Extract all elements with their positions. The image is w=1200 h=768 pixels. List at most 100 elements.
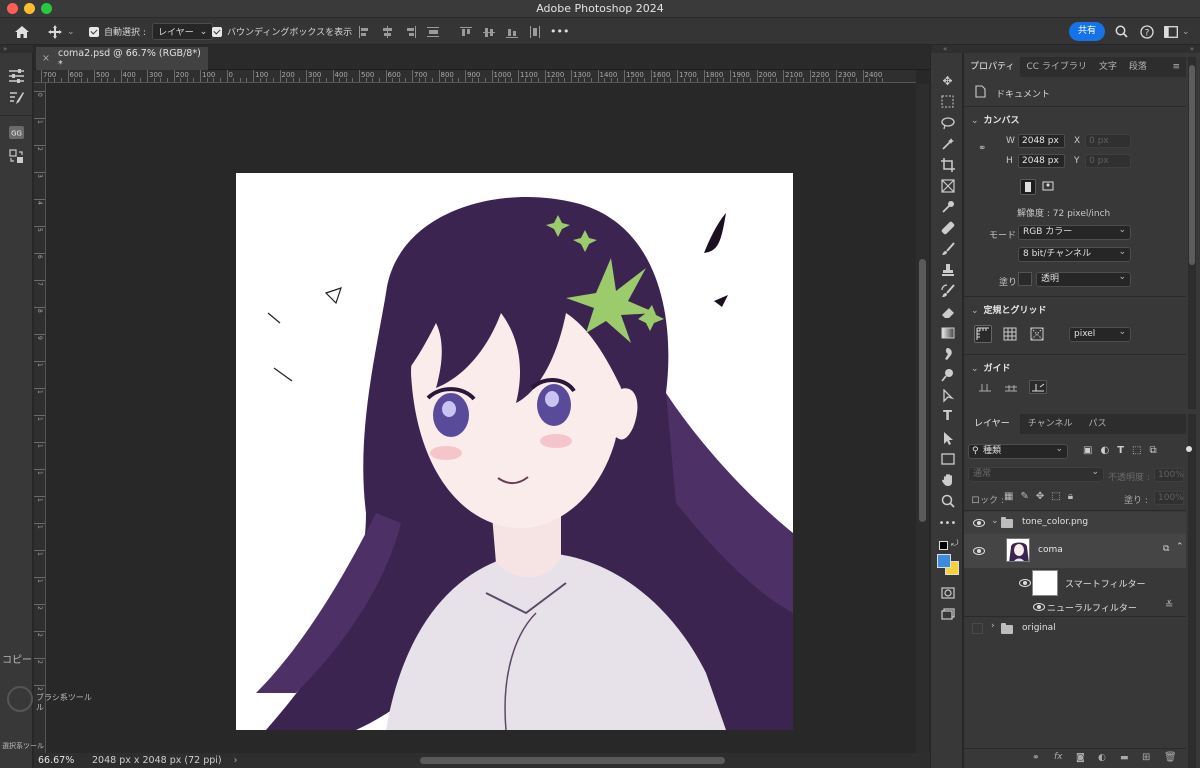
chevron-up-icon[interactable]: ⌃	[1176, 542, 1184, 552]
guide-icon-1[interactable]	[978, 383, 992, 395]
align-middle-v-icon[interactable]	[483, 26, 495, 38]
width-field[interactable]: 2048 px	[1018, 134, 1065, 148]
add-mask-icon[interactable]: ◙	[1076, 753, 1085, 763]
chevron-down-icon[interactable]: ⌄	[991, 516, 999, 526]
adjustment-layer-icon[interactable]: ◐	[1098, 753, 1106, 763]
adjustments-icon[interactable]	[8, 67, 25, 84]
height-field[interactable]: 2048 px	[1018, 154, 1065, 168]
lock-image-icon[interactable]: ✎	[1020, 491, 1028, 502]
filter-shape-icon[interactable]: ⬚	[1132, 445, 1141, 456]
fill-dropdown[interactable]: 透明	[1036, 271, 1131, 287]
vertical-scrollbar[interactable]	[916, 84, 929, 753]
new-group-icon[interactable]: ▬	[1120, 753, 1129, 763]
canvas-area[interactable]	[47, 84, 916, 753]
distribute-v-icon[interactable]	[529, 25, 541, 38]
layer-filter-dropdown[interactable]: ⚲ 種類	[968, 443, 1068, 459]
filter-toggle-icon[interactable]	[1186, 446, 1192, 452]
horizontal-scroll-thumb[interactable]	[420, 757, 725, 764]
ruler-unit-dropdown[interactable]: pixel	[1069, 326, 1131, 342]
ruler-toggle-icon[interactable]	[974, 325, 992, 343]
bounding-box-checkbox[interactable]: バウンディングボックスを表示	[212, 18, 352, 45]
workspace-icon[interactable]: ⌄	[1164, 18, 1190, 45]
auto-select-checkbox[interactable]: 自動選択 :	[89, 18, 146, 45]
edit-toolbar-icon[interactable]: •••	[939, 515, 957, 532]
distribute-h-icon[interactable]	[427, 26, 439, 38]
new-layer-icon[interactable]: ⊞	[1142, 752, 1150, 763]
path-selection-tool-icon[interactable]	[939, 429, 956, 446]
canvas-section-header[interactable]: カンバス	[971, 113, 1020, 126]
layer-row[interactable]: › original	[964, 618, 1186, 640]
guides-section-header[interactable]: ガイド	[971, 361, 1011, 374]
status-menu-arrow[interactable]: ›	[234, 755, 238, 766]
filter-adjustment-icon[interactable]: ◐	[1100, 445, 1109, 456]
checkbox-checked-icon[interactable]	[89, 26, 99, 37]
pixel-grid-toggle-icon[interactable]	[1029, 326, 1045, 345]
move-tool-icon[interactable]: ✥	[939, 72, 956, 89]
tab-character[interactable]: 文字	[1093, 57, 1123, 77]
lock-all-icon[interactable]: 🔒︎	[1068, 491, 1073, 502]
layer-style-icon[interactable]: fx	[1054, 752, 1063, 762]
quick-mask-icon[interactable]	[939, 584, 956, 601]
tab-cc-libraries[interactable]: CC ライブラリ	[1020, 57, 1092, 77]
panel-collapse-grip[interactable]: »	[964, 45, 1200, 53]
healing-brush-tool-icon[interactable]	[939, 219, 956, 236]
dodge-tool-icon[interactable]	[939, 366, 956, 383]
delete-layer-icon[interactable]: 🗑︎	[1164, 752, 1177, 763]
help-icon[interactable]: ?	[1140, 18, 1154, 45]
visibility-eye-icon[interactable]	[1033, 603, 1045, 611]
link-layers-icon[interactable]: ⚭	[1032, 753, 1040, 763]
toolbar-collapse-grip[interactable]: «	[931, 45, 964, 53]
swap-layers-icon[interactable]	[8, 148, 25, 165]
lasso-tool-icon[interactable]	[939, 114, 956, 131]
gradient-tool-icon[interactable]	[939, 324, 956, 341]
align-right-icon[interactable]	[404, 25, 416, 38]
chevron-down-icon[interactable]: ⌄	[67, 27, 75, 37]
bit-depth-dropdown[interactable]: 8 bit/チャンネル	[1018, 246, 1131, 262]
brush-settings-icon[interactable]	[8, 90, 25, 107]
color-mode-dropdown[interactable]: RGB カラー	[1018, 224, 1131, 240]
layer-row[interactable]: coma ⧉ ⌃	[964, 534, 1186, 568]
history-brush-tool-icon[interactable]	[939, 282, 956, 299]
eyedropper-tool-icon[interactable]	[939, 198, 956, 215]
filter-type-icon[interactable]: T	[1117, 445, 1124, 456]
layers-scrollbar[interactable]	[1188, 414, 1196, 768]
default-colors-icon[interactable]	[939, 541, 948, 550]
magic-wand-tool-icon[interactable]	[939, 135, 956, 152]
foreground-color-swatch[interactable]	[937, 554, 951, 568]
visibility-eye-icon[interactable]	[1019, 579, 1031, 587]
stamp-tool-icon[interactable]	[939, 261, 956, 278]
layer-row[interactable]: スマートフィルター	[964, 568, 1186, 598]
layer-row[interactable]: ニューラルフィルター ≚	[964, 598, 1186, 616]
smudge-tool-icon[interactable]	[939, 345, 956, 362]
scroll-thumb[interactable]	[919, 259, 926, 522]
tab-properties[interactable]: プロパティ	[964, 57, 1021, 77]
tab-paragraph[interactable]: 段落	[1123, 57, 1153, 77]
portrait-orientation-icon[interactable]	[1020, 179, 1036, 195]
marquee-tool-icon[interactable]	[939, 93, 956, 110]
tab-paths[interactable]: パス	[1080, 414, 1114, 434]
move-tool-icon[interactable]: ⌄	[48, 18, 75, 45]
landscape-orientation-icon[interactable]	[1041, 179, 1057, 195]
chevron-right-icon[interactable]: ›	[991, 621, 995, 631]
y-field[interactable]: 0 px	[1085, 154, 1131, 168]
type-tool-icon[interactable]: T	[939, 408, 956, 425]
zoom-level[interactable]: 66.67%	[34, 755, 84, 766]
chevron-down-icon[interactable]: ⌄	[1182, 27, 1190, 37]
grid-toggle-icon[interactable]	[1002, 326, 1018, 345]
lock-artboard-icon[interactable]: ⬚	[1051, 491, 1060, 502]
filter-smart-object-icon[interactable]: ⧉	[1149, 445, 1156, 456]
visibility-eye-icon[interactable]	[973, 547, 985, 555]
glyphs-icon[interactable]: GG	[8, 125, 25, 142]
align-left-icon[interactable]	[358, 25, 370, 38]
share-button[interactable]: 共有	[1069, 22, 1105, 41]
eraser-tool-icon[interactable]	[939, 303, 956, 320]
properties-scrollbar[interactable]	[1188, 57, 1196, 409]
lock-transparent-icon[interactable]: ▦	[1004, 491, 1013, 502]
filter-options-icon[interactable]: ≚	[1165, 600, 1173, 611]
lock-position-icon[interactable]: ✥	[1036, 491, 1044, 502]
document-tab[interactable]: × coma2.psd @ 66.7% (RGB/8*) *	[36, 47, 208, 70]
visibility-eye-icon[interactable]	[973, 519, 985, 527]
tab-channels[interactable]: チャンネル	[1020, 414, 1081, 434]
visibility-empty-icon[interactable]	[972, 623, 983, 634]
vertical-ruler[interactable]: 0 1 2 3 4 5 6 7 8 9 1 1 1 1 1 1 1 1 1 2 2 2 2	[34, 83, 46, 753]
